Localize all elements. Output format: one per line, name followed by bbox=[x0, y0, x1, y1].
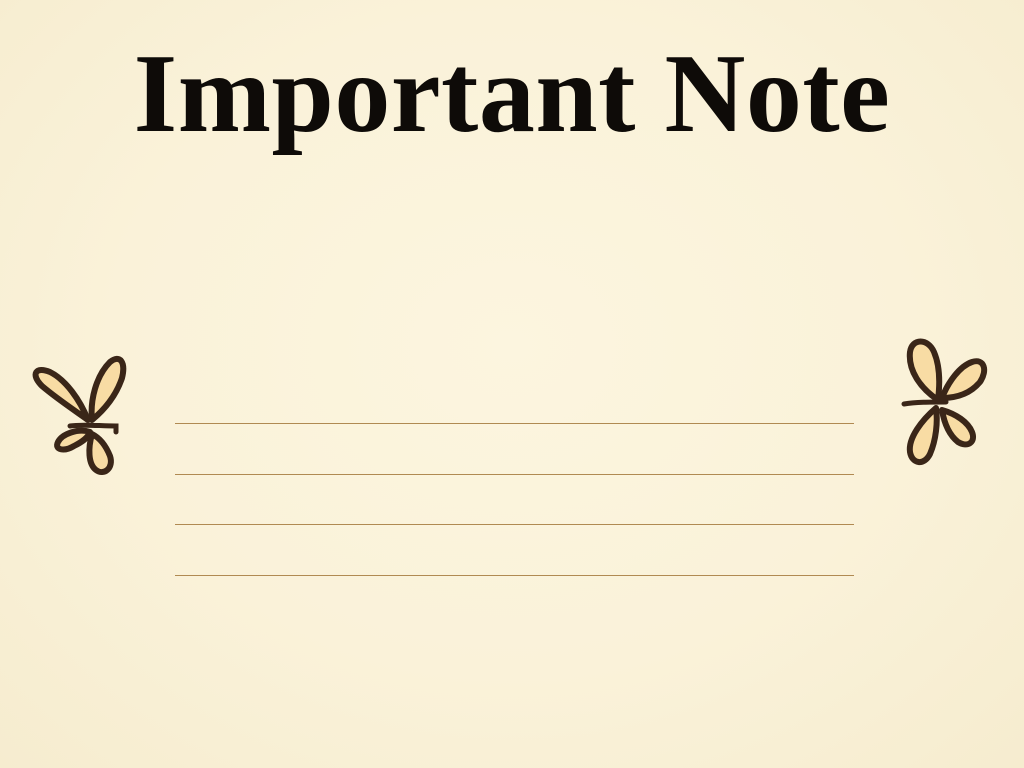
writing-line bbox=[175, 423, 854, 424]
page-title: Important Note bbox=[133, 32, 891, 156]
writing-line bbox=[175, 524, 854, 525]
writing-line bbox=[175, 474, 854, 475]
butterfly-icon bbox=[30, 352, 130, 478]
note-page: Important Note bbox=[0, 0, 1024, 768]
writing-line bbox=[175, 575, 854, 576]
butterfly-icon bbox=[900, 334, 988, 470]
writing-lines bbox=[175, 423, 854, 583]
